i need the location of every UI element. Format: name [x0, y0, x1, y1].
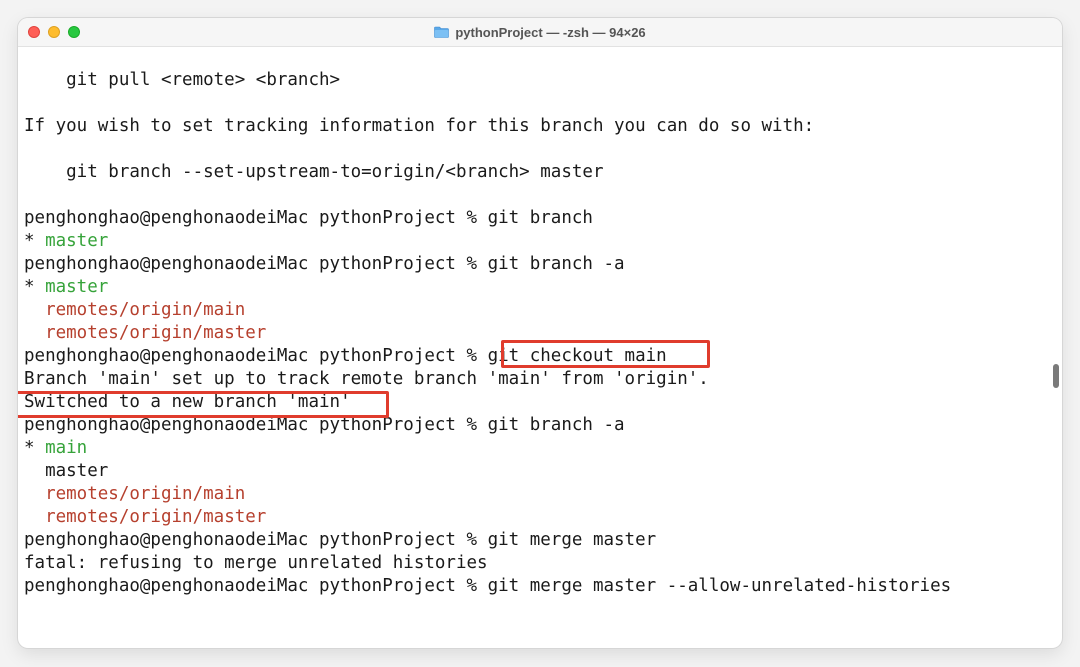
- line-text: If you wish to set tracking information …: [24, 116, 815, 136]
- window-title: pythonProject — -zsh — 94×26: [455, 24, 646, 40]
- line-text: penghonghao@penghonaodeiMac pythonProjec…: [24, 208, 593, 228]
- line-text: fatal: refusing to merge unrelated histo…: [24, 553, 488, 573]
- line-prefix: *: [24, 438, 46, 458]
- line-text: penghonghao@penghonaodeiMac pythonProjec…: [24, 530, 657, 550]
- remote-branch-name: remotes/origin/master: [45, 323, 267, 343]
- terminal-line: * master: [24, 230, 951, 253]
- line-text: git pull <remote> <branch>: [24, 70, 341, 90]
- terminal-line: git pull <remote> <branch>: [24, 69, 951, 92]
- terminal-line: penghonghao@penghonaodeiMac pythonProjec…: [24, 529, 951, 552]
- terminal-line: penghonghao@penghonaodeiMac pythonProjec…: [24, 253, 951, 276]
- line-prefix: [24, 484, 45, 504]
- terminal-line: fatal: refusing to merge unrelated histo…: [24, 552, 951, 575]
- terminal-line: master: [24, 460, 951, 483]
- current-branch-name: main: [45, 438, 88, 458]
- highlight-box-switched-message: [18, 391, 389, 418]
- line-prefix: [24, 461, 45, 481]
- terminal-output[interactable]: git pull <remote> <branch> If you wish to…: [24, 69, 951, 598]
- remote-branch-name: remotes/origin/main: [45, 300, 246, 320]
- terminal-line: * master: [24, 276, 951, 299]
- terminal-window: pythonProject — -zsh — 94×26 git pull <r…: [18, 18, 1062, 648]
- terminal-line: git branch --set-upstream-to=origin/<bra…: [24, 161, 951, 184]
- line-text: penghonghao@penghonaodeiMac pythonProjec…: [24, 254, 625, 274]
- line-prefix: [24, 300, 45, 320]
- terminal-line: remotes/origin/master: [24, 506, 951, 529]
- current-branch-name: master: [45, 277, 109, 297]
- terminal-line: penghonghao@penghonaodeiMac pythonProjec…: [24, 345, 951, 368]
- terminal-line: remotes/origin/master: [24, 322, 951, 345]
- current-branch-name: master: [45, 231, 109, 251]
- terminal-line: If you wish to set tracking information …: [24, 115, 951, 138]
- highlight-box-checkout-command: [501, 340, 710, 368]
- line-text: penghonghao@penghonaodeiMac pythonProjec…: [24, 415, 625, 435]
- line-text: master: [45, 461, 109, 481]
- line-text: penghonghao@penghonaodeiMac pythonProjec…: [24, 576, 952, 596]
- line-text: Branch 'main' set up to track remote bra…: [24, 369, 709, 389]
- remote-branch-name: remotes/origin/main: [45, 484, 246, 504]
- line-text: git branch --set-upstream-to=origin/<bra…: [24, 162, 604, 182]
- terminal-line: penghonghao@penghonaodeiMac pythonProjec…: [24, 207, 951, 230]
- line-prefix: [24, 507, 45, 527]
- scrollbar-thumb[interactable]: [1053, 364, 1059, 388]
- terminal-line: remotes/origin/main: [24, 483, 951, 506]
- remote-branch-name: remotes/origin/master: [45, 507, 267, 527]
- line-prefix: *: [24, 231, 46, 251]
- folder-icon: [434, 26, 450, 38]
- line-prefix: *: [24, 277, 46, 297]
- window-title-group: pythonProject — -zsh — 94×26: [18, 18, 1062, 46]
- terminal-line: * main: [24, 437, 951, 460]
- title-bar[interactable]: pythonProject — -zsh — 94×26: [18, 18, 1062, 47]
- line-prefix: [24, 323, 45, 343]
- terminal-line: penghonghao@penghonaodeiMac pythonProjec…: [24, 575, 951, 598]
- terminal-line: remotes/origin/main: [24, 299, 951, 322]
- terminal-line: Branch 'main' set up to track remote bra…: [24, 368, 951, 391]
